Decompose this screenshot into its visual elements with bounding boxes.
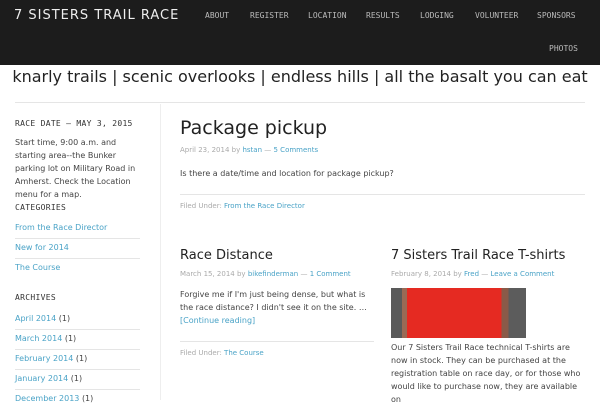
nav-photos[interactable]: PHOTOS [549, 44, 578, 53]
archive-link[interactable]: January 2014 [15, 374, 68, 383]
post-meta: February 8, 2014 by Fred — Leave a Comme… [391, 270, 555, 278]
tshirt-photo[interactable] [391, 288, 526, 338]
post-meta: March 15, 2014 by bikefinderman — 1 Comm… [180, 270, 351, 278]
nav-about[interactable]: ABOUT [205, 11, 229, 20]
widget-archives: ARCHIVES April 2014 (1) March 2014 (1) F… [15, 293, 140, 410]
post-excerpt: Is there a date/time and location for pa… [180, 169, 394, 178]
divider [160, 104, 161, 400]
author-link[interactable]: hstan [242, 146, 262, 154]
post-package-pickup: Package pickup April 23, 2014 by hstan —… [180, 117, 585, 210]
post-filed: Filed Under: The Course [180, 349, 264, 357]
archive-link[interactable]: February 2014 [15, 354, 73, 363]
nav-results[interactable]: RESULTS [366, 11, 400, 20]
divider [180, 194, 585, 195]
comments-link[interactable]: Leave a Comment [491, 270, 555, 278]
post-excerpt: Our 7 Sisters Trail Race technical T-shi… [391, 343, 581, 404]
archive-count: (1) [81, 394, 94, 403]
category-link[interactable]: From the Race Director [224, 202, 305, 210]
author-link[interactable]: Fred [464, 270, 479, 278]
post-tshirts: 7 Sisters Trail Race T-shirts February 8… [391, 244, 587, 406]
widget-text: Start time, 9:00 a.m. and starting area-… [15, 138, 136, 199]
post-title[interactable]: Package pickup [180, 117, 327, 139]
comments-link[interactable]: 1 Comment [310, 270, 351, 278]
author-link[interactable]: bikefinderman [248, 270, 298, 278]
archive-count: (1) [70, 374, 83, 383]
post-excerpt: Forgive me if I'm just being dense, but … [180, 290, 367, 325]
nav-volunteer[interactable]: VOLUNTEER [475, 11, 518, 20]
widget-title: RACE DATE – MAY 3, 2015 [15, 119, 133, 128]
nav-register[interactable]: REGISTER [250, 11, 289, 20]
continue-reading-link[interactable]: [Continue reading] [180, 316, 255, 325]
comments-link[interactable]: 5 Comments [274, 146, 319, 154]
archive-link[interactable]: March 2014 [15, 334, 62, 343]
category-link[interactable]: The Course [224, 349, 264, 357]
archive-link[interactable]: December 2013 [15, 394, 79, 403]
site-header: 7 SISTERS TRAIL RACE ABOUT REGISTER LOCA… [0, 0, 600, 65]
post-meta: April 23, 2014 by hstan — 5 Comments [180, 146, 319, 154]
category-link[interactable]: New for 2014 [15, 243, 69, 252]
widget-title: ARCHIVES [15, 293, 56, 302]
widget-title: CATEGORIES [15, 203, 67, 212]
site-title[interactable]: 7 SISTERS TRAIL RACE [14, 8, 179, 23]
widget-categories: CATEGORIES From the Race Director New fo… [15, 203, 140, 279]
widget-race-date: RACE DATE – MAY 3, 2015 Start time, 9:00… [15, 119, 140, 201]
category-link[interactable]: From the Race Director [15, 223, 107, 232]
archive-count: (1) [58, 314, 71, 323]
tagline: knarly trails | scenic overlooks | endle… [12, 67, 588, 86]
post-title[interactable]: Race Distance [180, 248, 273, 263]
archive-count: (1) [75, 354, 88, 363]
post-title[interactable]: 7 Sisters Trail Race T-shirts [391, 248, 565, 263]
nav-location[interactable]: LOCATION [308, 11, 347, 20]
divider [180, 341, 374, 342]
nav-sponsors[interactable]: SPONSORS [537, 11, 576, 20]
archive-count: (1) [64, 334, 77, 343]
post-race-distance: Race Distance March 15, 2014 by bikefind… [180, 244, 374, 357]
nav-lodging[interactable]: LODGING [420, 11, 454, 20]
post-filed: Filed Under: From the Race Director [180, 202, 305, 210]
category-link[interactable]: The Course [15, 263, 60, 272]
divider [15, 102, 585, 103]
archive-link[interactable]: April 2014 [15, 314, 56, 323]
